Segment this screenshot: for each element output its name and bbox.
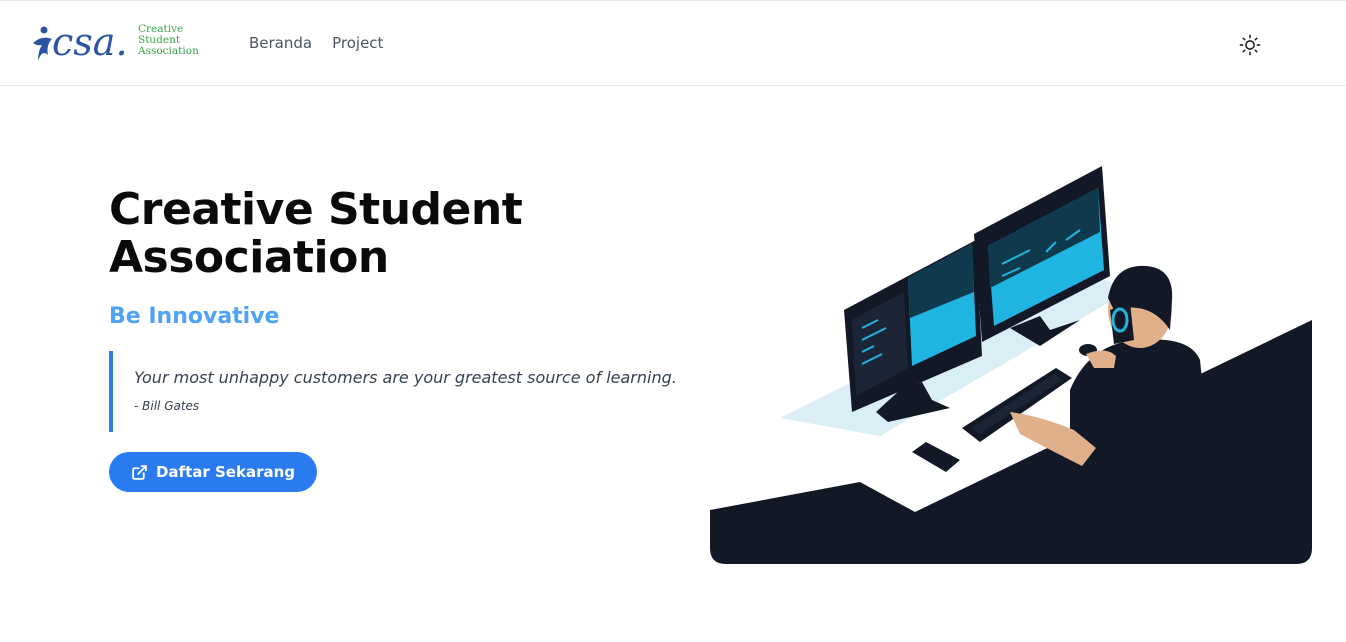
- theme-toggle-button[interactable]: [1236, 31, 1264, 59]
- daftar-sekarang-button[interactable]: Daftar Sekarang: [109, 452, 317, 492]
- logo[interactable]: csa. Creative Student Association: [30, 21, 200, 67]
- logo-text-line-3: Association: [138, 45, 199, 57]
- nav-link-project[interactable]: Project: [332, 34, 383, 52]
- nav-links: Beranda Project: [249, 34, 383, 52]
- cta-label: Daftar Sekarang: [155, 463, 296, 481]
- nav-link-beranda[interactable]: Beranda: [249, 34, 312, 52]
- quote-text: Your most unhappy customers are your gre…: [134, 368, 677, 387]
- person-at-dual-monitors-illustration: [710, 166, 1312, 564]
- quote-block: Your most unhappy customers are your gre…: [109, 351, 689, 432]
- hero-title: Creative Student Association: [109, 184, 523, 283]
- external-link-icon: [132, 464, 147, 480]
- logo-text: Creative Student Association: [138, 24, 199, 57]
- csa-logo-mark: csa.: [33, 21, 128, 64]
- hero-tagline: Be Innovative: [109, 304, 280, 329]
- sun-icon: [1239, 34, 1261, 56]
- quote-author: - Bill Gates: [134, 399, 200, 413]
- svg-text:csa.: csa.: [52, 21, 128, 64]
- navbar: csa. Creative Student Association Berand…: [0, 0, 1346, 86]
